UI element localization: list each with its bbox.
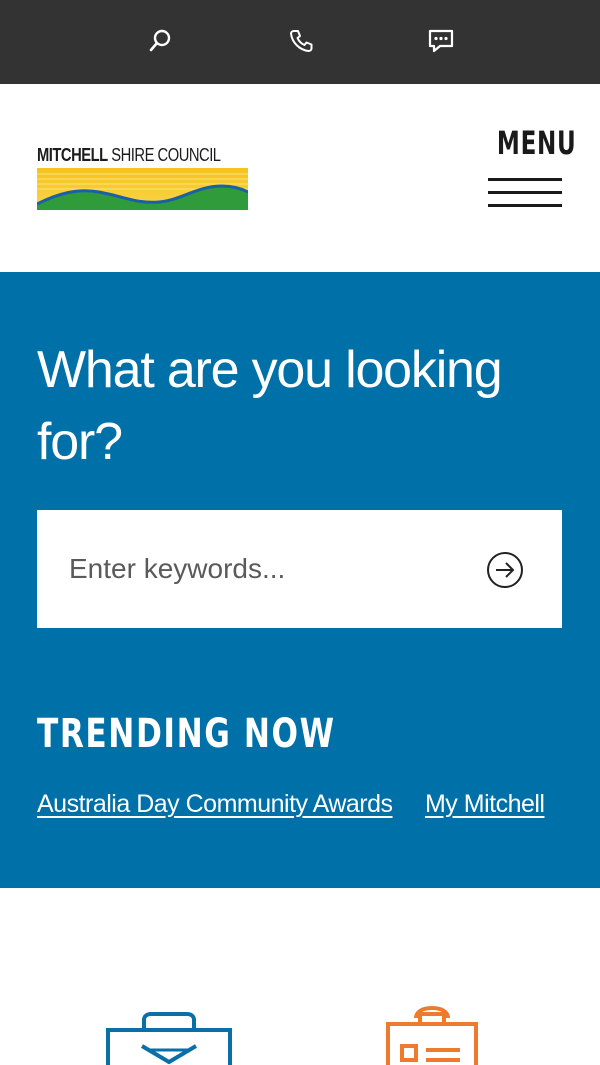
trending-title: TRENDING NOW [37, 711, 336, 757]
search-input[interactable] [69, 510, 469, 628]
logo-text-rest: SHIRE COUNCIL [107, 145, 221, 165]
trending-links: Australia Day Community Awards My Mitche… [37, 782, 560, 826]
clipboard-icon[interactable] [384, 1004, 480, 1065]
council-logo[interactable]: MITCHELL SHIRE COUNCIL [37, 144, 249, 212]
feature-tiles [0, 888, 600, 1065]
logo-landscape-graphic [37, 168, 248, 210]
menu-label: MENU [496, 124, 577, 162]
utility-bar [0, 0, 600, 84]
hero-title: What are you looking for? [37, 341, 503, 471]
menu-button[interactable]: MENU [486, 124, 577, 208]
trending-link[interactable]: My Mitchell [425, 782, 545, 826]
site-header: MITCHELL SHIRE COUNCIL MENU [0, 84, 600, 272]
phone-icon[interactable] [286, 26, 316, 56]
trending-link[interactable]: Australia Day Community Awards [37, 782, 393, 826]
search-hero: What are you looking for? TRENDING NOW A… [0, 272, 600, 888]
logo-text: MITCHELL SHIRE COUNCIL [37, 144, 221, 166]
logo-text-bold: MITCHELL [37, 145, 108, 165]
briefcase-mail-icon[interactable] [106, 1006, 232, 1065]
search-submit-button[interactable] [486, 551, 524, 589]
search-box [37, 510, 562, 628]
chat-icon[interactable] [426, 26, 456, 56]
hamburger-icon [488, 178, 562, 208]
arrow-right-circle-icon [487, 552, 523, 588]
search-icon[interactable] [145, 26, 175, 56]
